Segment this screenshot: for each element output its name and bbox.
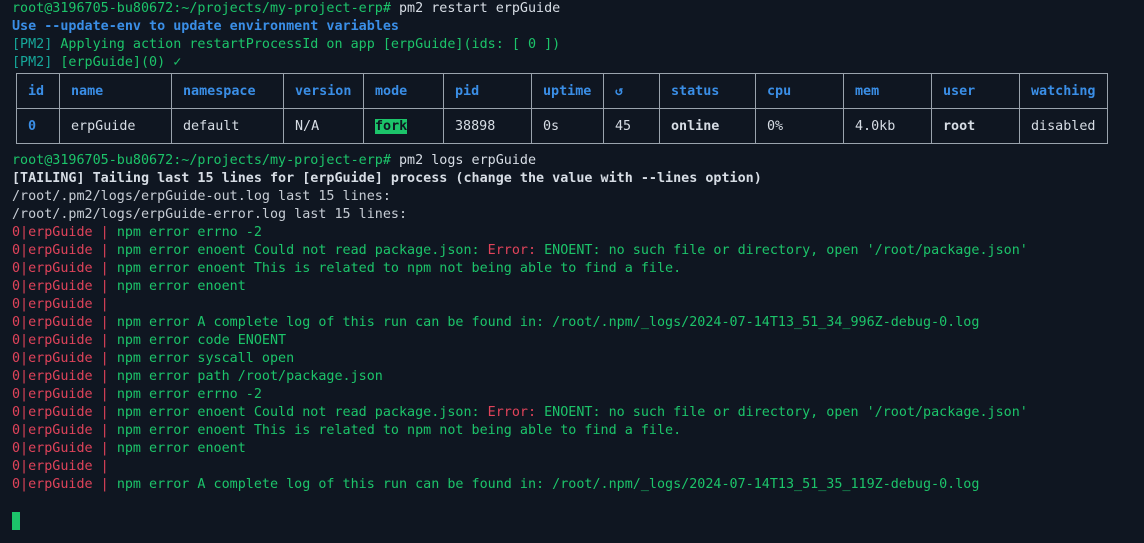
command-text: pm2 restart erpGuide [398,1,561,16]
err-log-line: /root/.pm2/logs/erpGuide-error.log last … [12,207,408,222]
log-prefix: 0|erpGuide | [12,297,109,312]
logs-command-line: root@3196705-bu80672:~/projects/my-proje… [12,152,1140,170]
restart-command-line: root@3196705-bu80672:~/projects/my-proje… [12,0,1140,18]
col-header-user: user [931,73,1020,109]
process-table: id name namespace version mode pid uptim… [16,73,1108,144]
log-message: npm error enoent [116,441,246,456]
cell-uptime: 0s [531,108,604,144]
col-header-namespace: namespace [171,73,284,109]
log-line: 0|erpGuide | npm error enoent This is re… [12,260,1140,278]
log-prefix: 0|erpGuide | [12,225,109,240]
cell-id: 0 [16,108,60,144]
log-line: 0|erpGuide | npm error errno -2 [12,386,1140,404]
log-prefix: 0|erpGuide | [12,315,109,330]
log-line: 0|erpGuide | npm error syscall open [12,350,1140,368]
col-header-pid: pid [443,73,532,109]
log-line: 0|erpGuide | npm error A complete log of… [12,476,1140,494]
log-message: npm error enoent This is related to npm … [116,261,682,276]
terminal-output[interactable]: root@3196705-bu80672:~/projects/my-proje… [12,0,1140,530]
log-lines: 0|erpGuide | npm error errno -2 0|erpGuid… [12,224,1140,494]
log-prefix: 0|erpGuide | [12,351,109,366]
terminal-cursor [12,512,20,530]
cell-restarts: 45 [603,108,660,144]
cell-user: root [931,108,1020,144]
log-line: 0|erpGuide | npm error enoent [12,440,1140,458]
log-prefix: 0|erpGuide | [12,369,109,384]
log-prefix: 0|erpGuide | [12,387,109,402]
col-header-name: name [59,73,172,109]
tailing-line: [TAILING] Tailing last 15 lines for [erp… [12,171,762,186]
update-env-hint: Use --update-env to update environment v… [12,19,399,34]
log-message: npm error enoent [116,279,246,294]
col-header-restarts: ↺ [603,73,660,109]
cell-cpu: 0% [755,108,844,144]
log-message: npm error enoent Could not read package.… [116,405,488,420]
log-prefix: 0|erpGuide | [12,459,109,474]
pm2-action-line: [PM2] Applying action restartProcessId o… [12,36,1140,54]
log-message: npm error A complete log of this run can… [116,477,980,492]
process-row: 0 erpGuide default N/A fork 38898 0s 45 … [16,108,1108,144]
col-header-status: status [659,73,756,109]
cell-watching: disabled [1019,108,1108,144]
log-message: npm error path /root/package.json [116,369,383,384]
shell-prompt: root@3196705-bu80672:~/projects/my-proje… [12,153,391,168]
log-line: 0|erpGuide | npm error errno -2 [12,224,1140,242]
log-message: npm error errno -2 [116,225,262,240]
log-message: npm error A complete log of this run can… [116,315,980,330]
log-message: npm error syscall open [116,351,295,366]
cell-mode: fork [363,108,444,144]
cell-name: erpGuide [59,108,172,144]
shell-prompt: root@3196705-bu80672:~/projects/my-proje… [12,1,391,16]
log-prefix: 0|erpGuide | [12,333,109,348]
log-message: npm error enoent This is related to npm … [116,423,682,438]
pm2-done-line: [PM2] [erpGuide](0) ✓ [12,54,1140,72]
log-line: 0|erpGuide | [12,296,1140,314]
cell-namespace: default [171,108,284,144]
command-text: pm2 logs erpGuide [398,153,537,168]
cell-status: online [659,108,756,144]
log-line: 0|erpGuide | [12,458,1140,476]
log-message: npm error code ENOENT [116,333,287,348]
process-table-header: id name namespace version mode pid uptim… [16,73,1108,109]
pm2-tag: [PM2] [12,37,53,52]
cursor-line [12,512,1140,530]
log-message-tail: ENOENT: no such file or directory, open … [536,243,1028,258]
log-line: 0|erpGuide | npm error A complete log of… [12,314,1140,332]
pm2-action-text: Applying action restartProcessId on app … [60,37,561,52]
log-line: 0|erpGuide | npm error path /root/packag… [12,368,1140,386]
col-header-version: version [283,73,364,109]
col-header-cpu: cpu [755,73,844,109]
cell-pid: 38898 [443,108,532,144]
log-line: 0|erpGuide | npm error enoent Could not … [12,404,1140,422]
log-prefix: 0|erpGuide | [12,405,109,420]
log-prefix: 0|erpGuide | [12,477,109,492]
log-message: npm error enoent Could not read package.… [116,243,488,258]
log-message: npm error errno -2 [116,387,262,402]
mode-badge: fork [375,118,408,134]
log-line: 0|erpGuide | npm error enoent Could not … [12,242,1140,260]
col-header-uptime: uptime [531,73,604,109]
log-error-keyword: Error: [487,405,537,420]
log-prefix: 0|erpGuide | [12,261,109,276]
log-prefix: 0|erpGuide | [12,279,109,294]
log-line: 0|erpGuide | npm error enoent [12,278,1140,296]
col-header-mem: mem [843,73,932,109]
log-line: 0|erpGuide | npm error enoent This is re… [12,422,1140,440]
log-prefix: 0|erpGuide | [12,423,109,438]
col-header-mode: mode [363,73,444,109]
log-message-tail: ENOENT: no such file or directory, open … [536,405,1028,420]
log-prefix: 0|erpGuide | [12,243,109,258]
cell-version: N/A [283,108,364,144]
col-header-watching: watching [1019,73,1108,109]
log-line: 0|erpGuide | npm error code ENOENT [12,332,1140,350]
pm2-done-text: [erpGuide](0) ✓ [60,55,182,70]
pm2-tag: [PM2] [12,55,53,70]
log-prefix: 0|erpGuide | [12,441,109,456]
cell-mem: 4.0kb [843,108,932,144]
out-log-line: /root/.pm2/logs/erpGuide-out.log last 15… [12,189,391,204]
log-error-keyword: Error: [487,243,537,258]
col-header-id: id [16,73,60,109]
